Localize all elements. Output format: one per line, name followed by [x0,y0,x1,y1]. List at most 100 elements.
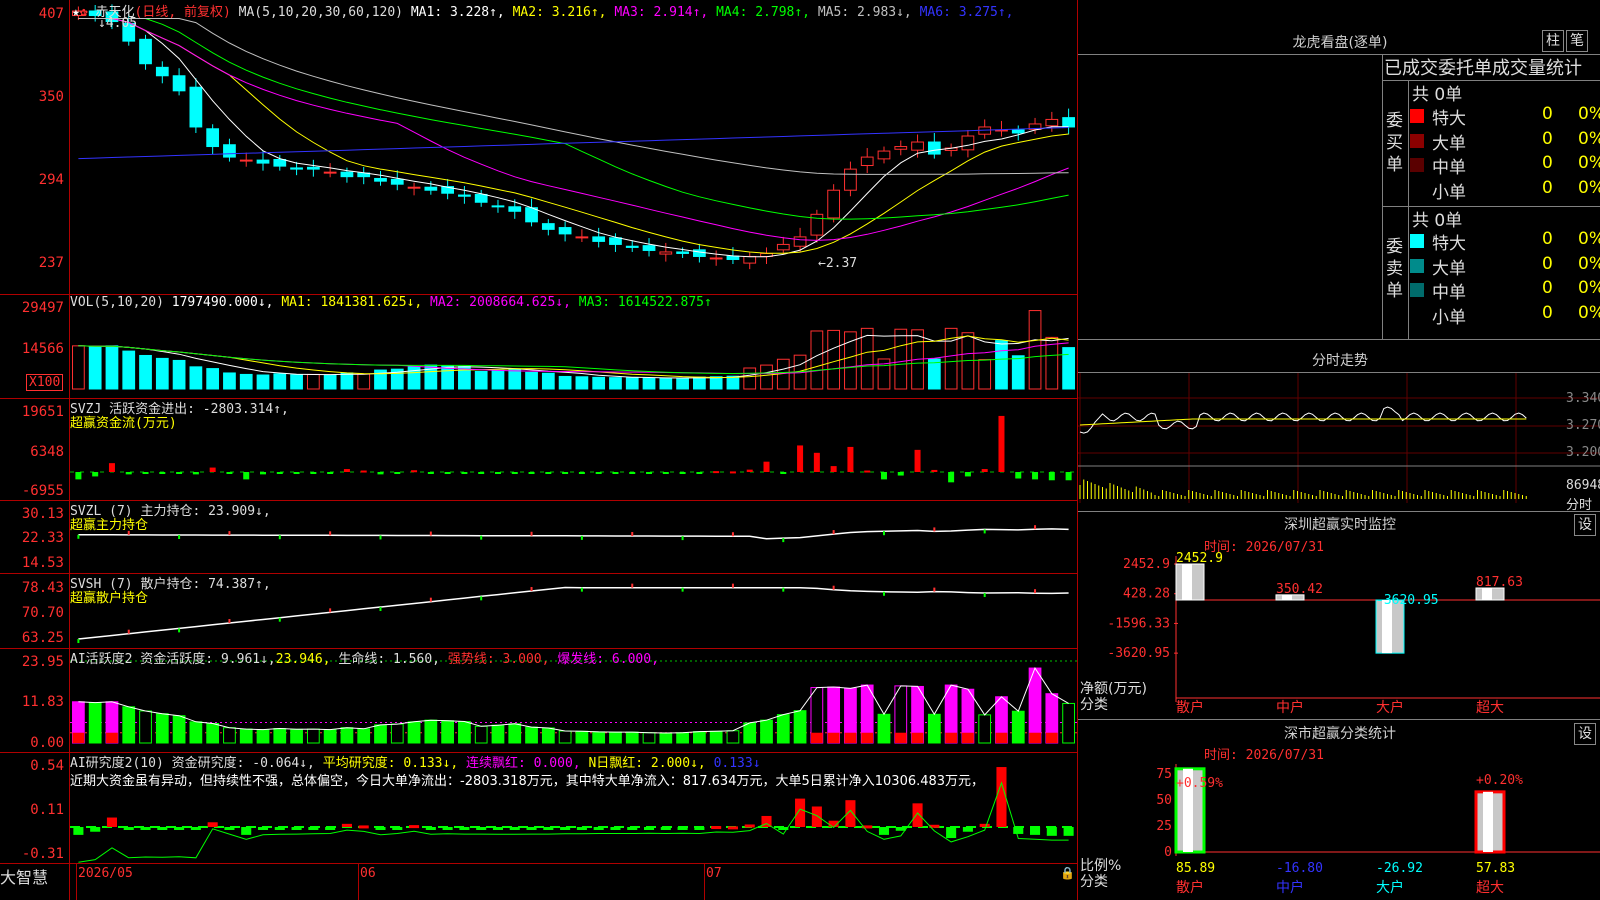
order-pct: 0% [1578,128,1600,149]
volume-bar [810,330,824,390]
tick-mark [933,587,936,592]
tick-mark [278,535,281,540]
activity-bar [609,731,622,744]
tick-mark [480,596,483,601]
flow-bar [1065,472,1072,481]
price-axis-label: 237 [38,255,64,271]
tick-mark [631,531,634,536]
candle [927,141,941,155]
candlestick-chart[interactable] [70,0,1077,294]
research-bar [291,827,302,830]
candle [693,249,706,257]
volume-bar [508,368,522,390]
svzj-subtitle: 超赢资金流(万元) [70,416,177,431]
date-label: 06 [360,866,376,881]
order-n: 0 [1542,153,1553,173]
tick-mark [228,619,231,624]
flow-bar [1032,472,1039,480]
tick-view-button[interactable]: 笔 [1566,30,1588,52]
low-marker: ←2.37 [818,256,858,271]
tab-stats[interactable]: 已成交委托单成交量统计 [1384,54,1582,80]
flow-bar [679,472,686,474]
chart-mode[interactable]: (日线, 前复权) [135,5,231,20]
candle [793,236,807,247]
fl-settings-button[interactable]: 设 [1574,723,1596,745]
tick-mark [278,617,281,622]
fl-bar-chart[interactable]: 75 50 25 0 85.89 散户 -16.80 中户 -26.92 大户 57.83 超大 +0.… [1078,760,1600,900]
sz-settings-button[interactable]: 设 [1574,514,1596,536]
activity-bar [189,721,203,744]
activity-bar [458,721,471,744]
flow-bar [293,472,300,474]
research-bar [123,827,134,830]
flow-bar [276,472,283,474]
flow-bar [612,472,619,474]
tick-mark [580,587,583,592]
sz-bar-chart[interactable]: 2452.9 428.28 -1596.33 -3620.95 2452.9 散户 350.… [1078,552,1600,717]
volume-bar [693,376,706,390]
order-name: 小单 [1432,182,1466,203]
flow-bar [763,461,770,472]
activity-bar [743,722,757,744]
flow-bar [394,472,401,474]
tick [76,864,77,900]
volume-bar [894,328,908,390]
sz-bar-shine [1182,564,1192,600]
research-bar [912,803,923,827]
flow-bar [847,446,854,472]
lock-icon[interactable]: 🔒 [1060,866,1075,880]
volume-bar [323,374,337,390]
volume-bar [676,377,689,390]
volume-bar [273,373,287,390]
research-bar [442,827,453,830]
order-pct: 0% [1578,302,1600,323]
activity-bar [978,714,992,744]
candle [172,75,186,92]
activity-bar [709,730,723,744]
candle [860,156,874,167]
tick-mark [782,538,785,543]
svzj-axis-label: 19651 [21,404,64,420]
legend-swatch [1410,283,1424,297]
activity-bar [407,721,421,744]
column-view-button[interactable]: 柱 [1542,30,1564,52]
activity-bar [659,732,673,744]
research-bar [257,827,269,830]
flow-bar [427,472,434,474]
ai1-axis-label: 0.00 [30,735,64,751]
legend-swatch [1410,258,1424,273]
research-bar [190,827,201,830]
star-icon[interactable]: ★ [72,5,80,20]
flow-bar [226,472,233,474]
volume-bar [491,369,505,390]
research-bar [224,827,235,830]
volume-chart[interactable] [70,295,1077,398]
flow-bar [411,470,418,473]
favorite-icon[interactable]: ✿ [80,5,88,20]
volume-bar [1011,355,1025,390]
research-bar [996,767,1007,827]
high-marker: ↓4.05 [98,16,138,31]
ma-value-3: MA3: 2.914↑, [606,5,709,20]
divider [1408,80,1409,339]
volume-bar [155,357,169,390]
volume-bar [357,373,371,390]
volume-bar [827,329,841,390]
flow-bar [1015,472,1022,479]
fl-title: 深市超赢分类统计 [1284,726,1396,742]
research-bar [308,827,319,830]
activity-bar [474,725,488,744]
price-axis-label: 350 [38,89,64,105]
volume-bar [927,358,941,390]
intraday-chart[interactable] [1078,373,1600,510]
intraday-title: 分时走势 [1312,353,1368,369]
research-bar [576,827,587,830]
volume-bar [609,377,622,390]
activity-base [945,732,957,743]
activity-bar [877,713,891,744]
volume-bar [441,365,454,390]
activity-bar [676,732,689,744]
activity-bar [693,731,706,744]
activity-bar [139,710,152,744]
candle [189,86,203,128]
